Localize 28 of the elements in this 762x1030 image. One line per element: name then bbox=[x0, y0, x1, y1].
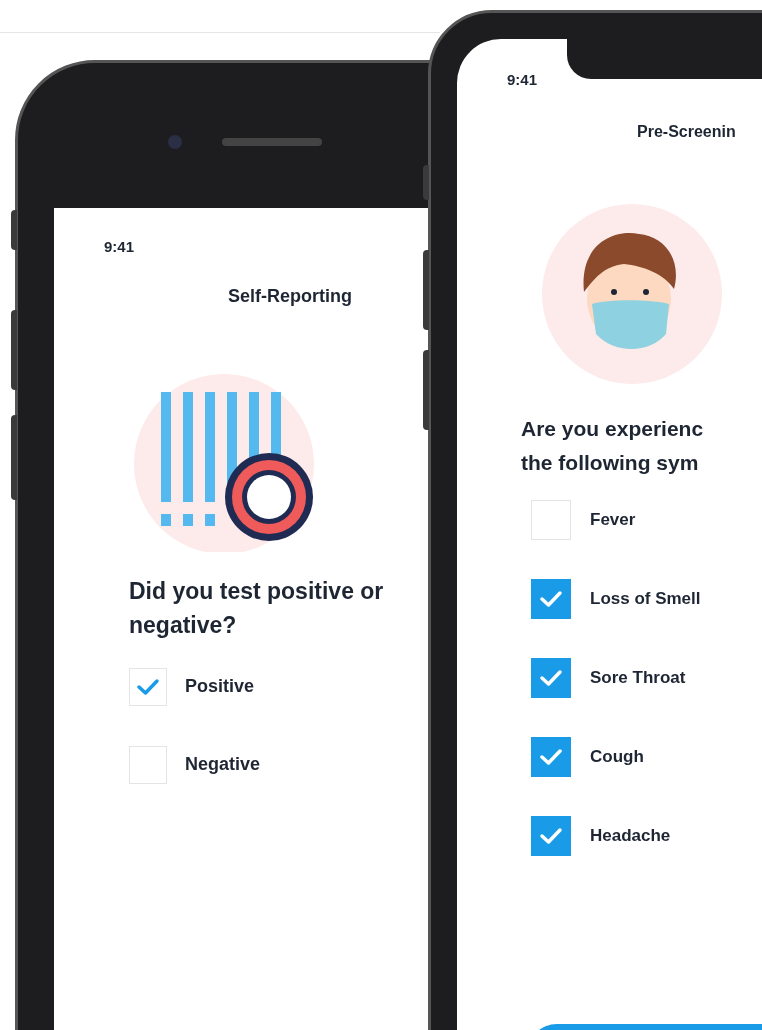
checkbox[interactable] bbox=[531, 736, 571, 777]
question-text: the following sym bbox=[521, 449, 699, 476]
camera-icon bbox=[168, 134, 182, 149]
option-label: Sore Throat bbox=[590, 666, 686, 689]
checkbox[interactable] bbox=[531, 499, 571, 540]
status-time: 9:41 bbox=[507, 70, 538, 90]
option-label: Negative bbox=[185, 753, 261, 776]
question-text: Did you test positive or bbox=[129, 576, 384, 606]
option-label: Positive bbox=[185, 675, 255, 698]
status-time: 9:41 bbox=[104, 237, 135, 257]
question-text: Are you experienc bbox=[521, 415, 704, 442]
checkmark-icon bbox=[136, 676, 160, 697]
screen-title: Self-Reporting bbox=[228, 284, 352, 308]
option-label: Fever bbox=[590, 508, 636, 531]
option-label: Headache bbox=[590, 824, 671, 847]
checkbox[interactable] bbox=[129, 667, 167, 706]
question-text: negative? bbox=[129, 610, 237, 640]
screen-title: Pre-Screenin bbox=[637, 121, 736, 142]
checkmark-icon bbox=[539, 825, 563, 846]
option-label: Cough bbox=[590, 745, 644, 768]
checkbox[interactable] bbox=[531, 815, 571, 856]
checkmark-icon bbox=[539, 746, 563, 767]
option-label: Loss of Smell bbox=[590, 587, 701, 610]
checkbox[interactable] bbox=[129, 745, 167, 784]
checkbox[interactable] bbox=[531, 657, 571, 698]
checkbox[interactable] bbox=[531, 578, 571, 619]
checkmark-icon bbox=[539, 667, 563, 688]
checkmark-icon bbox=[539, 588, 563, 609]
